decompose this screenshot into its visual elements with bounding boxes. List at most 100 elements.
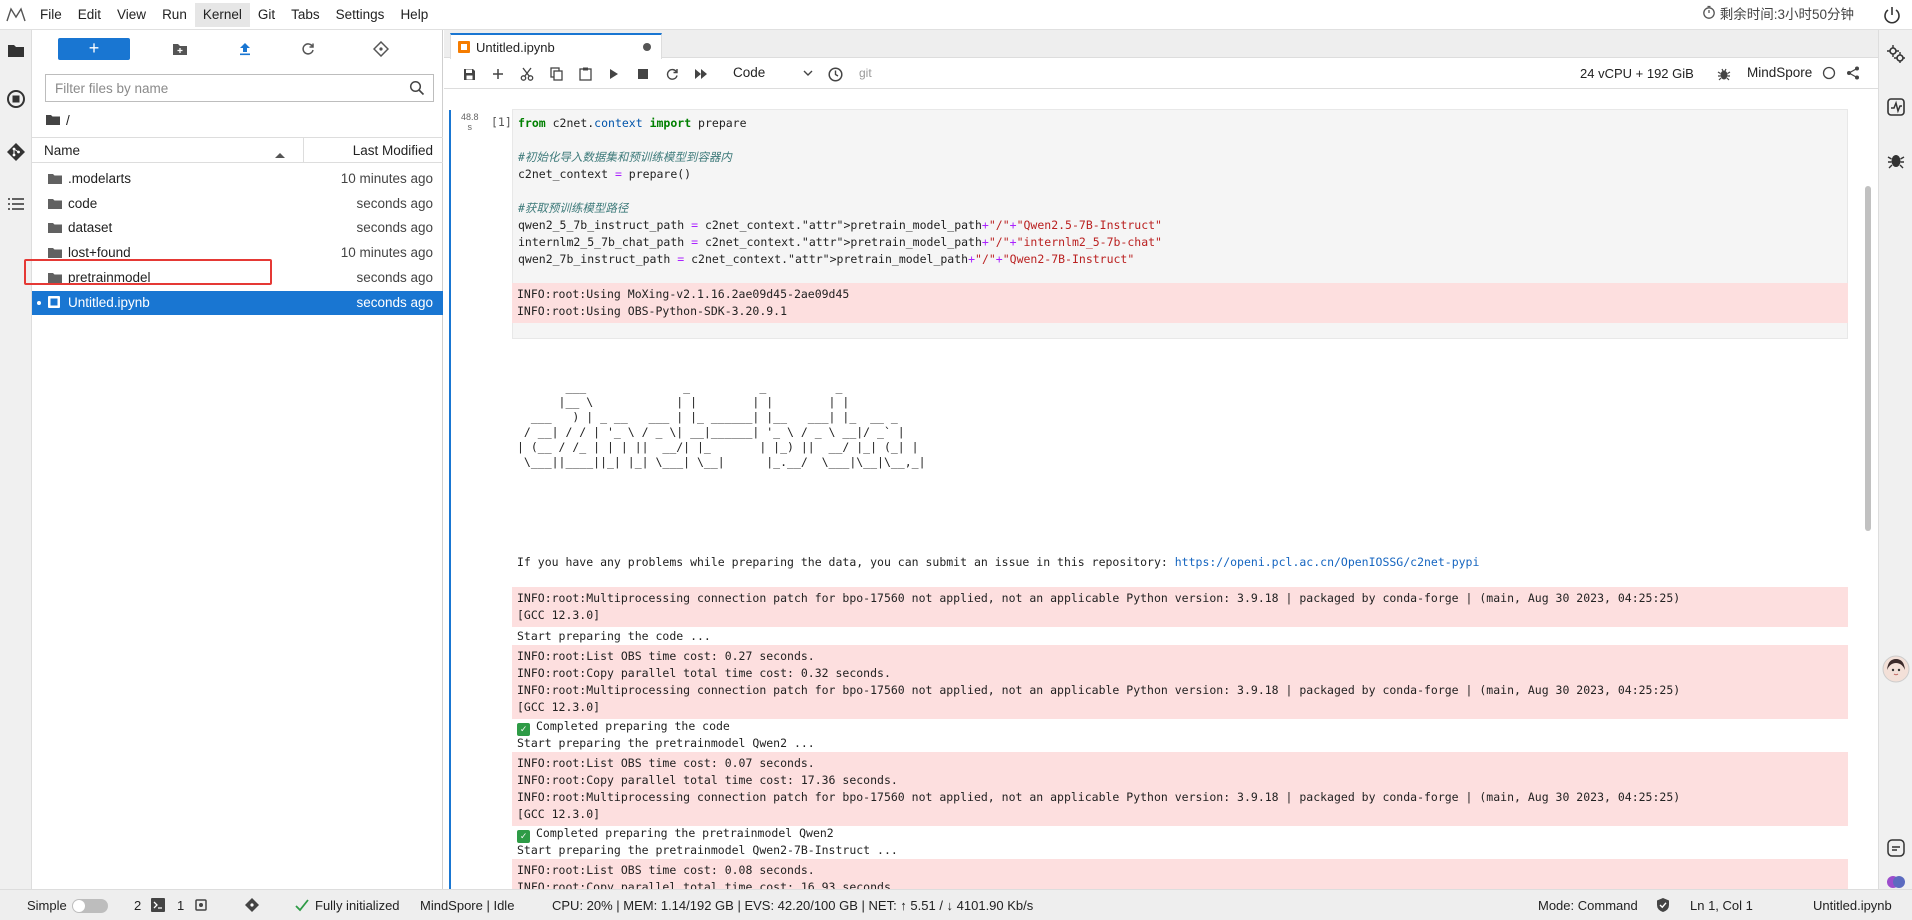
notebook-body: 48.8 s [1] from c2net.context import pre… [444, 90, 1878, 889]
table-of-contents-icon[interactable] [4, 192, 28, 216]
menu-settings[interactable]: Settings [328, 3, 393, 27]
file-row-modelarts[interactable]: .modelarts 10 minutes ago [32, 167, 443, 191]
filter-input[interactable] [46, 75, 386, 101]
kernel-status[interactable]: MindSpore | Idle [420, 898, 514, 913]
tab-untitled-notebook[interactable]: Untitled.ipynb [450, 33, 662, 59]
folder-icon [48, 197, 62, 212]
output-text: Completed preparing the code [536, 719, 730, 733]
scrollbar[interactable] [1862, 170, 1874, 889]
running-dot [37, 300, 41, 305]
jupyter-logo-icon [0, 0, 32, 30]
clock-icon[interactable] [827, 66, 843, 82]
refresh-icon[interactable] [298, 39, 318, 59]
share-icon[interactable] [1846, 66, 1860, 83]
output-line: INFO:root:List OBS time cost: 0.27 secon… [517, 649, 815, 663]
ascii-line: / __| / / | '_ \ / _ \| __|______| '_ \ … [517, 425, 905, 439]
kernel-idle-indicator [1822, 66, 1836, 83]
code-line: qwen2_5_7b_instruct_path = c2net_context… [518, 218, 1162, 232]
new-launcher-button[interactable]: + [58, 38, 130, 60]
menu-git[interactable]: Git [250, 3, 283, 27]
menu-kernel[interactable]: Kernel [194, 2, 250, 27]
code-line: c2net_context = prepare() [518, 167, 692, 181]
new-folder-icon[interactable] [170, 39, 190, 59]
git-icon[interactable] [4, 140, 28, 164]
scrollbar-thumb[interactable] [1865, 186, 1871, 531]
save-icon[interactable] [461, 66, 477, 82]
menu-tabs[interactable]: Tabs [283, 3, 328, 27]
terminal-count[interactable]: 2 [134, 898, 141, 913]
security-shield-icon [1656, 897, 1670, 916]
menu-help[interactable]: Help [392, 3, 436, 27]
execution-time-unit: s [467, 122, 473, 132]
breadcrumb-root[interactable]: / [66, 113, 70, 128]
resource-monitor-icon[interactable] [1886, 97, 1906, 117]
timer-icon [1702, 0, 1716, 30]
cell-type-select[interactable]: Code [733, 65, 813, 83]
stdout-output: ✓ Completed preparing the code [512, 718, 1848, 736]
folder-icon [48, 172, 62, 187]
git-check-icon [294, 897, 310, 916]
repository-link[interactable]: https://openi.pcl.ac.cn/OpenIOSSG/c2net-… [1175, 555, 1480, 569]
output-text: Start preparing the code ... [517, 629, 711, 643]
tab-bar: Untitled.ipynb [444, 30, 1878, 59]
run-icon[interactable] [606, 66, 622, 82]
command-mode: Mode: Command [1538, 898, 1638, 913]
file-modified: seconds ago [356, 220, 433, 236]
file-row-untitled-ipynb[interactable]: Untitled.ipynb seconds ago [32, 290, 443, 315]
search-icon[interactable] [409, 80, 425, 99]
git-label[interactable]: git [859, 66, 872, 80]
output-line: INFO:root:Copy parallel total time cost:… [517, 880, 898, 889]
assistant-avatar[interactable] [1882, 655, 1910, 683]
file-row-code[interactable]: code seconds ago [32, 192, 443, 216]
menu-file[interactable]: File [32, 3, 70, 27]
code-line: from c2net.context import prepare [518, 116, 747, 130]
menu-view[interactable]: View [109, 3, 154, 27]
stdout-output: Start preparing the code ... [512, 628, 1848, 645]
upload-icon[interactable] [235, 39, 255, 59]
debugger-panel-icon[interactable] [1886, 150, 1906, 170]
power-icon[interactable] [1882, 5, 1902, 25]
restart-run-all-icon[interactable] [693, 66, 709, 82]
menu-edit[interactable]: Edit [70, 3, 109, 27]
folder-icon[interactable] [4, 38, 28, 62]
ai-assist-icon[interactable] [1886, 838, 1906, 858]
property-inspector-icon[interactable] [1886, 44, 1906, 64]
menu-items: File Edit View Run Kernel Git Tabs Settings Help [32, 2, 436, 27]
git-status-icon[interactable] [244, 897, 260, 916]
file-row-dataset[interactable]: dataset seconds ago [32, 216, 443, 240]
running-sessions-icon[interactable] [4, 87, 28, 111]
last-modified-column-header[interactable]: Last Modified [303, 138, 443, 163]
right-activity-bar [1878, 30, 1912, 889]
output-text: Start preparing the pretrainmodel Qwen2 … [517, 736, 815, 750]
debugger-icon[interactable] [1716, 66, 1732, 82]
tab-label: Untitled.ipynb [476, 40, 555, 55]
home-folder-icon[interactable] [46, 113, 60, 128]
execution-time-value: 48.8 [461, 112, 479, 122]
ascii-line: ___ ) | _ __ ___ | |_ ______| |__ ___| |… [517, 410, 898, 424]
restart-icon[interactable] [664, 66, 680, 82]
ascii-line: |__ \ | | | | | | [517, 395, 850, 409]
output-line: INFO:root:Multiprocessing connection pat… [517, 790, 1681, 804]
file-modified: 10 minutes ago [340, 171, 433, 186]
stop-icon[interactable] [635, 66, 651, 82]
file-name: .modelarts [68, 171, 132, 186]
paste-icon[interactable] [577, 66, 593, 82]
kernel-name[interactable]: MindSpore [1747, 65, 1812, 80]
unsaved-indicator[interactable] [643, 43, 651, 51]
c2net-ascii-banner: ___ _ _ _ |__ \ | | | | | | ___ ) | _ __… [512, 380, 1848, 470]
cut-icon[interactable] [519, 66, 535, 82]
cell-prompt: [1] [491, 115, 512, 129]
sort-ascending-icon[interactable] [275, 146, 285, 161]
cursor-position[interactable]: Ln 1, Col 1 [1690, 898, 1753, 913]
stderr-output: INFO:root:Using MoXing-v2.1.16.2ae09d45-… [512, 283, 1848, 323]
kernel-count[interactable]: 1 [177, 898, 184, 913]
insert-cell-icon[interactable] [490, 66, 506, 82]
simple-mode-toggle[interactable] [72, 899, 108, 913]
left-activity-bar [0, 30, 32, 889]
git-clone-icon[interactable] [371, 39, 391, 59]
copy-icon[interactable] [548, 66, 564, 82]
filter-files-field[interactable] [45, 74, 434, 102]
name-column-header[interactable]: Name [44, 138, 80, 163]
stderr-output: INFO:root:List OBS time cost: 0.07 secon… [512, 752, 1848, 826]
menu-run[interactable]: Run [154, 3, 195, 27]
